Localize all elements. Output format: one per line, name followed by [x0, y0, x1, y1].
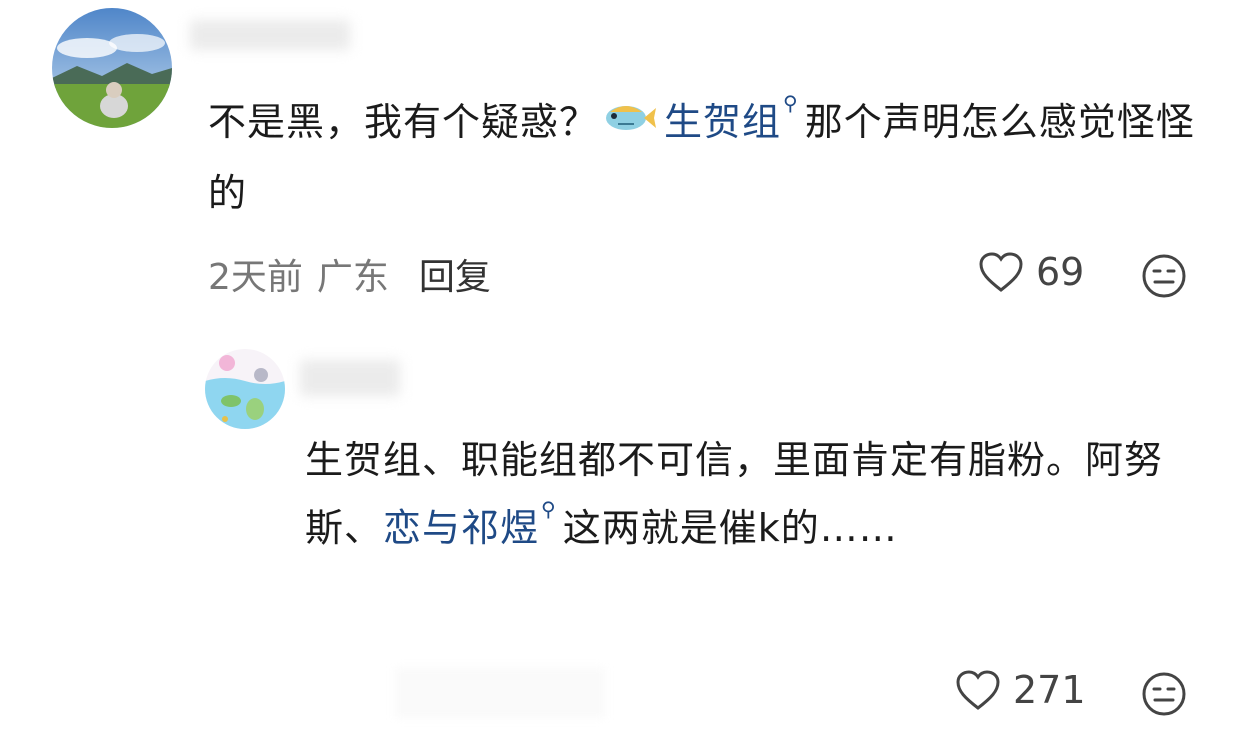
dislike-button-1[interactable] — [1140, 252, 1188, 300]
fish-icon — [600, 91, 657, 159]
topic-link-1[interactable]: 生贺组 — [664, 100, 781, 144]
heart-icon — [979, 252, 1023, 292]
comment-time: 2天前 — [208, 257, 303, 298]
comment-1-part1: 不是黑，我有个疑惑？ — [208, 100, 599, 144]
user-avatar-2[interactable] — [205, 349, 285, 429]
heart-icon — [956, 670, 1000, 710]
user-avatar-1[interactable] — [52, 8, 172, 128]
aquarium-avatar-icon — [205, 349, 285, 429]
comment-1-meta: 2天前 广东 回复 — [208, 248, 491, 300]
topic-link-2[interactable]: 恋与祁煜 — [383, 506, 539, 550]
like-button-1[interactable]: 69 — [978, 250, 1084, 294]
comment-2-part2: 这两就是催k的…… — [562, 506, 898, 550]
dislike-button-2[interactable] — [1140, 670, 1188, 718]
reply-button[interactable]: 回复 — [419, 248, 491, 300]
like-button-2[interactable]: 271 — [955, 668, 1086, 712]
search-icon[interactable]: ⚲ — [783, 88, 799, 118]
landscape-avatar-icon — [52, 8, 172, 128]
like-count-2: 271 — [1013, 668, 1086, 712]
comment-text-2: 生贺组、职能组都不可信，里面肯定有脂粉。阿努斯、恋与祁煜 ⚲ 这两就是催k的…… — [305, 426, 1185, 562]
search-icon[interactable]: ⚲ — [541, 494, 557, 524]
comment-text-1: 不是黑，我有个疑惑？ 生贺组 ⚲ 那个声明怎么感觉怪怪的 — [208, 88, 1218, 227]
hidden-meta-placeholder — [395, 668, 605, 718]
comment-location: 广东 — [316, 257, 389, 298]
username-blurred-2 — [300, 360, 400, 396]
neutral-face-icon — [1142, 254, 1186, 298]
username-blurred-1 — [190, 20, 350, 50]
neutral-face-icon — [1142, 672, 1186, 716]
like-count-1: 69 — [1036, 250, 1085, 294]
